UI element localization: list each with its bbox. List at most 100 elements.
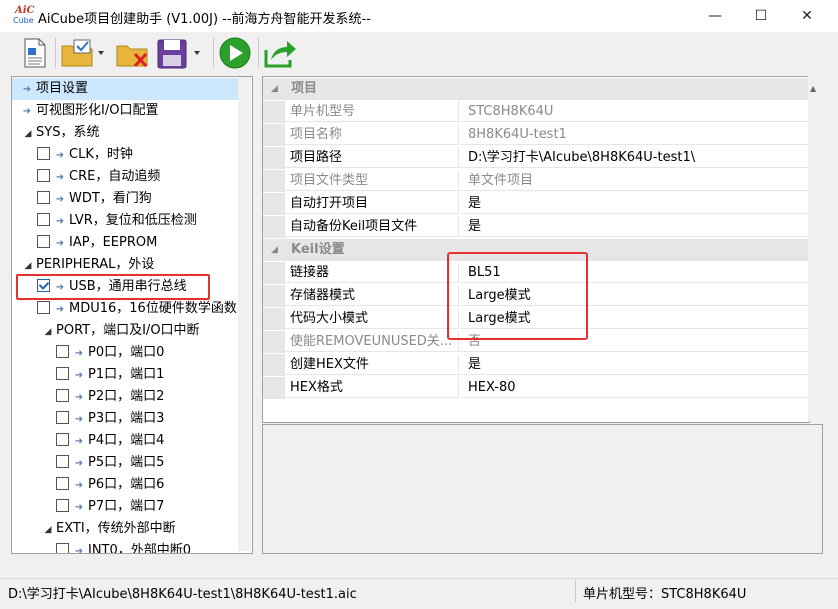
grid-row-value[interactable]: 是: [460, 354, 809, 375]
open-project-button[interactable]: [60, 36, 108, 70]
toolbar-separator: [258, 38, 259, 68]
grid-row-key: 项目路径: [285, 147, 459, 168]
save-project-button[interactable]: [156, 36, 208, 70]
open-folder-icon: [61, 39, 104, 67]
tree-item[interactable]: ➜ P6口，端口6: [12, 474, 252, 496]
arrow-icon: ➜: [22, 106, 32, 117]
property-description-panel: [262, 424, 823, 554]
arrow-icon: ➜: [74, 458, 84, 469]
tree-item[interactable]: ➜ 项目设置: [12, 78, 246, 100]
toolbar-separator: [55, 38, 56, 68]
tree-item[interactable]: ➜ P2口，端口2: [12, 386, 252, 408]
grid-row[interactable]: 项目名称 8H8K64U-test1: [263, 124, 809, 146]
checkbox[interactable]: [56, 345, 69, 358]
tree-item[interactable]: ◢ PERIPHERAL，外设: [12, 254, 248, 276]
tree-item[interactable]: ◢ SYS，系统: [12, 122, 248, 144]
arrow-icon: ➜: [74, 414, 84, 425]
checkbox[interactable]: [56, 543, 69, 553]
checkbox[interactable]: [37, 213, 50, 226]
tree-item[interactable]: ➜ LVR，复位和低压检测: [12, 210, 252, 232]
tree-item[interactable]: ➜ CLK，时钟: [12, 144, 252, 166]
tree-item-label: P0口，端口0: [88, 345, 165, 360]
tree-item[interactable]: ➜ P5口，端口5: [12, 452, 252, 474]
tree-item-label: PERIPHERAL，外设: [36, 257, 155, 272]
tree-item[interactable]: ➜ P0口，端口0: [12, 342, 252, 364]
checkbox[interactable]: [37, 147, 50, 160]
tree-item-label: MDU16，16位硬件数学函数: [69, 301, 237, 316]
tree-item-label: CLK，时钟: [69, 147, 133, 162]
tree-item[interactable]: ➜ INT0，外部中断0: [12, 540, 252, 554]
checkbox[interactable]: [56, 455, 69, 468]
grid-row-value[interactable]: 是: [460, 216, 809, 237]
tree-item-label: P2口，端口2: [88, 389, 165, 404]
checkbox[interactable]: [37, 191, 50, 204]
grid-row-value: STC8H8K64U: [460, 101, 809, 122]
grid-row[interactable]: 创建HEX文件是: [263, 354, 809, 376]
tree-item-label: 可视图形化I/O口配置: [36, 103, 159, 118]
tree-item[interactable]: ◢ PORT，端口及I/O口中断: [12, 320, 252, 343]
tree-item[interactable]: ➜ 可视图形化I/O口配置: [12, 100, 246, 122]
close-button[interactable]: ✕: [784, 0, 830, 32]
collapse-icon[interactable]: ◢: [22, 123, 34, 145]
tree-item[interactable]: ➜ P3口，端口3: [12, 408, 252, 430]
title-bar[interactable]: AiC Cube AiCube项目创建助手 (V1.00J) --前海方舟智能开…: [0, 0, 838, 32]
grid-row-value[interactable]: HEX-80: [460, 377, 809, 398]
close-project-button[interactable]: [115, 36, 151, 70]
export-button[interactable]: [263, 36, 299, 70]
grid-row-gutter: [263, 285, 285, 307]
grid-row-value[interactable]: 是: [460, 193, 809, 214]
grid-row[interactable]: 自动打开项目是: [263, 193, 809, 215]
checkbox[interactable]: [56, 411, 69, 424]
grid-row-key: 项目名称: [285, 124, 459, 145]
grid-category[interactable]: ◢ 项目: [263, 78, 809, 100]
tree-item-label: P3口，端口3: [88, 411, 165, 426]
checkbox[interactable]: [56, 433, 69, 446]
grid-row-key: 自动备份Keil项目文件: [285, 216, 459, 237]
checkbox[interactable]: [56, 477, 69, 490]
checkbox[interactable]: [56, 499, 69, 512]
tree-item[interactable]: ➜ WDT，看门狗: [12, 188, 252, 210]
grid-row-key: 代码大小模式: [285, 308, 459, 329]
tree-item[interactable]: ➜ P4口，端口4: [12, 430, 252, 452]
tree-item[interactable]: ➜ MDU16，16位硬件数学函数: [12, 298, 252, 320]
grid-row[interactable]: 项目路径 D:\学习打卡\AIcube\8H8K64U-test1\: [263, 147, 809, 169]
minimize-button[interactable]: —: [692, 0, 738, 32]
run-button[interactable]: [218, 36, 254, 70]
grid-row[interactable]: 单片机型号 STC8H8K64U: [263, 101, 809, 123]
grid-row-gutter: [263, 262, 285, 284]
maximize-button[interactable]: ☐: [738, 0, 784, 32]
new-project-button[interactable]: [20, 36, 50, 70]
tree-item-label: INT0，外部中断0: [88, 543, 192, 554]
collapse-icon[interactable]: ◢: [42, 321, 54, 343]
grid-row-key: 使能REMOVEUNUSED关...: [285, 331, 459, 352]
tree-scrollbar[interactable]: [238, 77, 251, 551]
checkbox[interactable]: [37, 235, 50, 248]
grid-row-value[interactable]: D:\学习打卡\AIcube\8H8K64U-test1\: [460, 147, 809, 168]
grid-row-gutter: [263, 193, 285, 215]
grid-row[interactable]: 自动备份Keil项目文件是: [263, 216, 809, 238]
tree-item[interactable]: ➜ P7口，端口7: [12, 496, 252, 518]
grid-row-gutter: [263, 101, 285, 123]
feature-tree[interactable]: ➜ 项目设置 ➜ 可视图形化I/O口配置 ◢ SYS，系统 ➜ CLK，时钟 ➜ CRE，自动追频…: [11, 76, 253, 554]
tree-item[interactable]: ◢ EXTI，传统外部中断: [12, 518, 252, 541]
grid-scrollbar[interactable]: ▲: [808, 76, 821, 421]
collapse-icon[interactable]: ◢: [271, 78, 278, 100]
grid-row[interactable]: 项目文件类型 单文件项目: [263, 170, 809, 192]
checkbox[interactable]: [37, 301, 50, 314]
checkbox[interactable]: [56, 367, 69, 380]
grid-category-title: Keil设置: [291, 242, 345, 257]
tree-item[interactable]: ➜ P1口，端口1: [12, 364, 252, 386]
grid-row[interactable]: HEX格式 HEX-80: [263, 377, 809, 399]
tree-item[interactable]: ➜ CRE，自动追频: [12, 166, 252, 188]
collapse-icon[interactable]: ◢: [42, 519, 54, 541]
checkbox[interactable]: [37, 169, 50, 182]
property-grid[interactable]: ◢ 项目 单片机型号 STC8H8K64U 项目名称 8H8K64U-test1 项目路径 D…: [262, 76, 810, 423]
collapse-icon[interactable]: ◢: [271, 239, 278, 261]
tree-item[interactable]: ➜ IAP，EEPROM: [12, 232, 252, 254]
grid-row-value: 8H8K64U-test1: [460, 124, 809, 145]
grid-row-gutter: [263, 331, 285, 353]
scroll-up-icon[interactable]: ▲: [810, 84, 816, 93]
checkbox[interactable]: [56, 389, 69, 402]
status-mcu-model: 单片机型号：STC8H8K64U: [583, 587, 747, 602]
play-icon: [219, 37, 251, 69]
